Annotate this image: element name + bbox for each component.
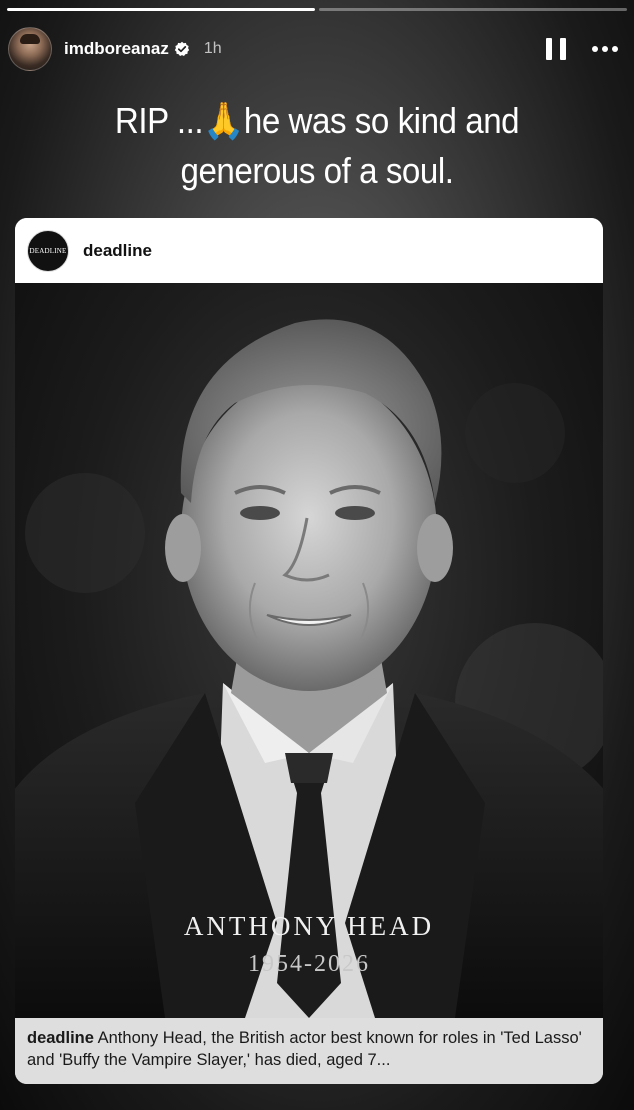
praying-hands-emoji: 🙏 <box>203 100 244 141</box>
story-viewer[interactable]: imdboreanaz 1h RIP ...🙏he was so kind an… <box>0 0 634 1110</box>
story-header: imdboreanaz 1h <box>8 27 618 71</box>
avatar-logo-text: DEADLINE <box>29 246 67 255</box>
shared-post-caption[interactable]: deadline Anthony Head, the British actor… <box>15 1018 603 1084</box>
post-photo[interactable]: ANTHONY HEAD 1954-2026 <box>15 283 603 1018</box>
story-caption: RIP ...🙏he was so kind and generous of a… <box>44 96 590 196</box>
caption-text-start: RIP ... <box>114 100 204 141</box>
shared-post-header[interactable]: DEADLINE deadline <box>15 218 603 283</box>
verified-badge-icon <box>174 41 190 56</box>
pause-icon[interactable] <box>546 38 566 60</box>
more-options-icon[interactable] <box>592 46 618 52</box>
progress-fill <box>7 8 315 11</box>
post-avatar[interactable]: DEADLINE <box>27 229 69 272</box>
portrait-illustration <box>15 319 603 1018</box>
post-username[interactable]: deadline <box>83 241 152 261</box>
tribute-name: ANTHONY HEAD <box>183 911 435 941</box>
tribute-years: 1954-2026 <box>248 951 370 977</box>
shared-post-card[interactable]: DEADLINE deadline ANTHONY HEAD 1954-2026… <box>15 218 603 1084</box>
avatar[interactable] <box>8 27 52 71</box>
story-timestamp: 1h <box>203 40 222 57</box>
story-username[interactable]: imdboreanaz <box>64 39 169 59</box>
progress-segment <box>7 8 315 11</box>
progress-segment <box>319 8 627 11</box>
caption-body: Anthony Head, the British actor best kno… <box>27 1029 582 1069</box>
caption-username: deadline <box>27 1029 94 1047</box>
story-progress <box>7 8 627 11</box>
